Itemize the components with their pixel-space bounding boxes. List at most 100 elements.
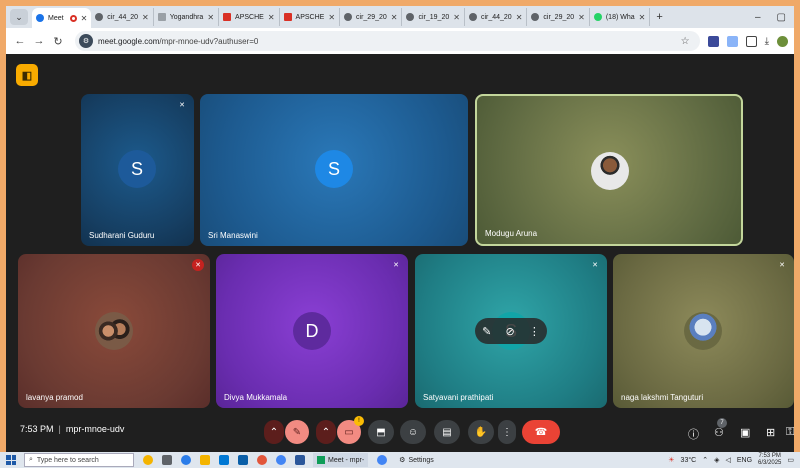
pin-icon[interactable]: ✎ xyxy=(482,325,491,338)
participant-tile[interactable]: ✕ S Sudharani Guduru xyxy=(81,94,194,246)
mic-toggle-button[interactable]: ✎ xyxy=(285,420,309,444)
language-indicator[interactable]: ENG xyxy=(737,457,752,464)
close-icon[interactable]: ✕ xyxy=(328,13,335,22)
word-icon[interactable] xyxy=(295,455,305,465)
close-icon[interactable]: ✕ xyxy=(391,13,398,22)
back-icon[interactable]: ← xyxy=(12,35,28,47)
captions-button[interactable]: ▤ xyxy=(434,420,460,444)
avatar: S xyxy=(315,150,353,188)
more-options-icon[interactable]: ⋮ xyxy=(529,325,540,338)
close-icon[interactable]: ✕ xyxy=(207,13,214,22)
meeting-controls: 7:53 PM | mpr-mnoe-udv ⌃ ✎ ⌃ ▭ ! ⬒ ☺ ▤ ✋ ⋮… xyxy=(6,414,794,452)
tab-cir-29[interactable]: cir_29_20 ✕ xyxy=(340,8,403,26)
minimize-icon[interactable]: – xyxy=(755,12,761,23)
tab-search-button[interactable]: ⌄ xyxy=(10,9,28,25)
task-view-icon[interactable] xyxy=(162,455,172,465)
new-tab-button[interactable]: + xyxy=(656,11,662,23)
participant-tile[interactable]: ✕ naga lakshmi Tanguturi xyxy=(613,254,794,408)
chrome-icon[interactable] xyxy=(276,455,286,465)
chrome-icon[interactable] xyxy=(377,455,388,465)
close-icon[interactable]: ✕ xyxy=(639,13,646,22)
sidepanel-icon[interactable] xyxy=(745,35,757,47)
firefox-icon[interactable] xyxy=(257,455,267,465)
maximize-icon[interactable]: ▢ xyxy=(777,12,786,23)
windows-start-icon[interactable] xyxy=(6,455,16,465)
recording-icon xyxy=(69,14,77,22)
leave-call-button[interactable]: ☎ xyxy=(522,420,560,444)
tab-apsche-2[interactable]: APSCHE ✕ xyxy=(280,8,341,26)
close-icon[interactable]: ✕ xyxy=(453,13,460,22)
host-controls-icon[interactable]: ⚿ xyxy=(786,426,794,439)
extension-icon[interactable] xyxy=(707,35,719,47)
meet-logo-icon[interactable]: ◧ xyxy=(16,64,38,86)
close-icon[interactable]: ✕ xyxy=(578,13,585,22)
taskbar-app-settings[interactable]: ⚙ Settings xyxy=(395,453,438,467)
tab-apsche-1[interactable]: APSCHE ✕ xyxy=(219,8,280,26)
site-info-icon[interactable]: ⚙ xyxy=(79,34,93,48)
tab-cir-44[interactable]: cir_44_20 ✕ xyxy=(91,8,154,26)
globe-icon xyxy=(95,13,104,21)
camera-toggle-button[interactable]: ▭ ! xyxy=(337,416,364,444)
participant-tile-active-speaker[interactable]: Modugu Aruna xyxy=(475,94,743,246)
network-icon[interactable]: ◈ xyxy=(714,456,719,464)
extension-icon[interactable] xyxy=(726,35,738,47)
more-options-button[interactable]: ⋮ xyxy=(498,420,516,444)
people-button[interactable]: ⚇ 7 xyxy=(714,418,727,439)
raise-hand-button[interactable]: ✋ xyxy=(468,420,494,444)
profile-avatar[interactable] xyxy=(777,35,788,47)
tab-meet[interactable]: Meet ✕ xyxy=(32,8,92,28)
reactions-button[interactable]: ☺ xyxy=(400,420,426,444)
taskbar-app-meet[interactable]: Meet - mpr- xyxy=(313,453,369,467)
participant-tile[interactable]: ✕ S ✎ ⊘ ⋮ Satyavani prathipati xyxy=(415,254,607,408)
close-icon[interactable]: ✕ xyxy=(268,13,275,22)
participant-tile[interactable]: ✕ D Divya Mukkamala xyxy=(216,254,408,408)
chat-icon[interactable]: ▣ xyxy=(740,426,750,439)
mic-off-icon: ✎ xyxy=(292,426,302,438)
hand-icon: ✋ xyxy=(474,426,488,438)
edge-icon[interactable] xyxy=(181,455,191,465)
participant-name: Sudharani Guduru xyxy=(89,231,155,240)
windows-taskbar: ⌕ Type here to search Meet - mpr- ⚙ Sett… xyxy=(0,452,800,468)
info-icon[interactable]: ⓘ xyxy=(688,426,699,442)
tab-cir-44-2[interactable]: cir_44_20 ✕ xyxy=(465,8,528,26)
tray-chevron-icon[interactable]: ⌃ xyxy=(702,456,708,464)
close-icon[interactable]: ✕ xyxy=(142,13,149,22)
audio-options-button[interactable]: ⌃ xyxy=(264,420,284,444)
tab-yogandhra[interactable]: Yogandhra ✕ xyxy=(154,8,220,26)
outlook-icon[interactable] xyxy=(238,455,248,465)
taskbar-search-input[interactable]: ⌕ Type here to search xyxy=(24,453,134,467)
person-photo-icon xyxy=(591,152,629,190)
meeting-info: 7:53 PM | mpr-mnoe-udv xyxy=(20,424,125,434)
close-icon[interactable]: ✕ xyxy=(516,13,523,22)
participant-tile[interactable]: S Sri Manaswini xyxy=(200,94,468,246)
taskbar-app-label: Settings xyxy=(408,456,434,464)
more-vert-icon: ⋮ xyxy=(502,426,512,438)
tab-cir-19[interactable]: cir_19_20 ✕ xyxy=(402,8,465,26)
globe-icon xyxy=(531,13,540,21)
forward-icon[interactable]: → xyxy=(31,35,47,47)
activities-icon[interactable]: ⊞ xyxy=(766,426,775,439)
participant-tile[interactable]: ✕ lavanya pramod xyxy=(18,254,210,408)
present-button[interactable]: ⬒ xyxy=(368,420,394,444)
mic-off-icon: ✕ xyxy=(192,259,204,271)
camera-off-icon: ▭ xyxy=(344,426,354,438)
bookmark-star-icon[interactable]: ☆ xyxy=(681,36,690,47)
clock-time: 7:53 PM xyxy=(758,453,781,459)
video-options-button[interactable]: ⌃ xyxy=(316,420,336,444)
tab-cir-29-2[interactable]: cir_29_20 ✕ xyxy=(527,8,590,26)
download-icon[interactable]: ⤓ xyxy=(765,36,769,47)
tab-whatsapp[interactable]: (18) Wha ✕ xyxy=(590,8,651,26)
url-input[interactable]: ⚙ meet.google.com/mpr-mnoe-udv?authuser=… xyxy=(75,31,700,51)
weather-icon[interactable]: ☀ xyxy=(668,456,674,464)
present-screen-icon: ⬒ xyxy=(376,426,386,438)
volume-icon[interactable]: ◁ xyxy=(725,456,730,464)
taskbar-clock[interactable]: 7:53 PM 6/3/2025 xyxy=(758,453,781,467)
file-explorer-icon[interactable] xyxy=(200,455,210,465)
store-icon[interactable] xyxy=(219,455,229,465)
notifications-icon[interactable]: ▭ xyxy=(787,456,794,464)
people-icon: ⚇ xyxy=(714,427,724,439)
weather-widget-icon[interactable] xyxy=(143,455,153,465)
reload-icon[interactable]: ↻ xyxy=(50,35,66,48)
mute-participant-icon[interactable]: ⊘ xyxy=(506,325,515,338)
close-icon[interactable]: ✕ xyxy=(81,14,88,23)
